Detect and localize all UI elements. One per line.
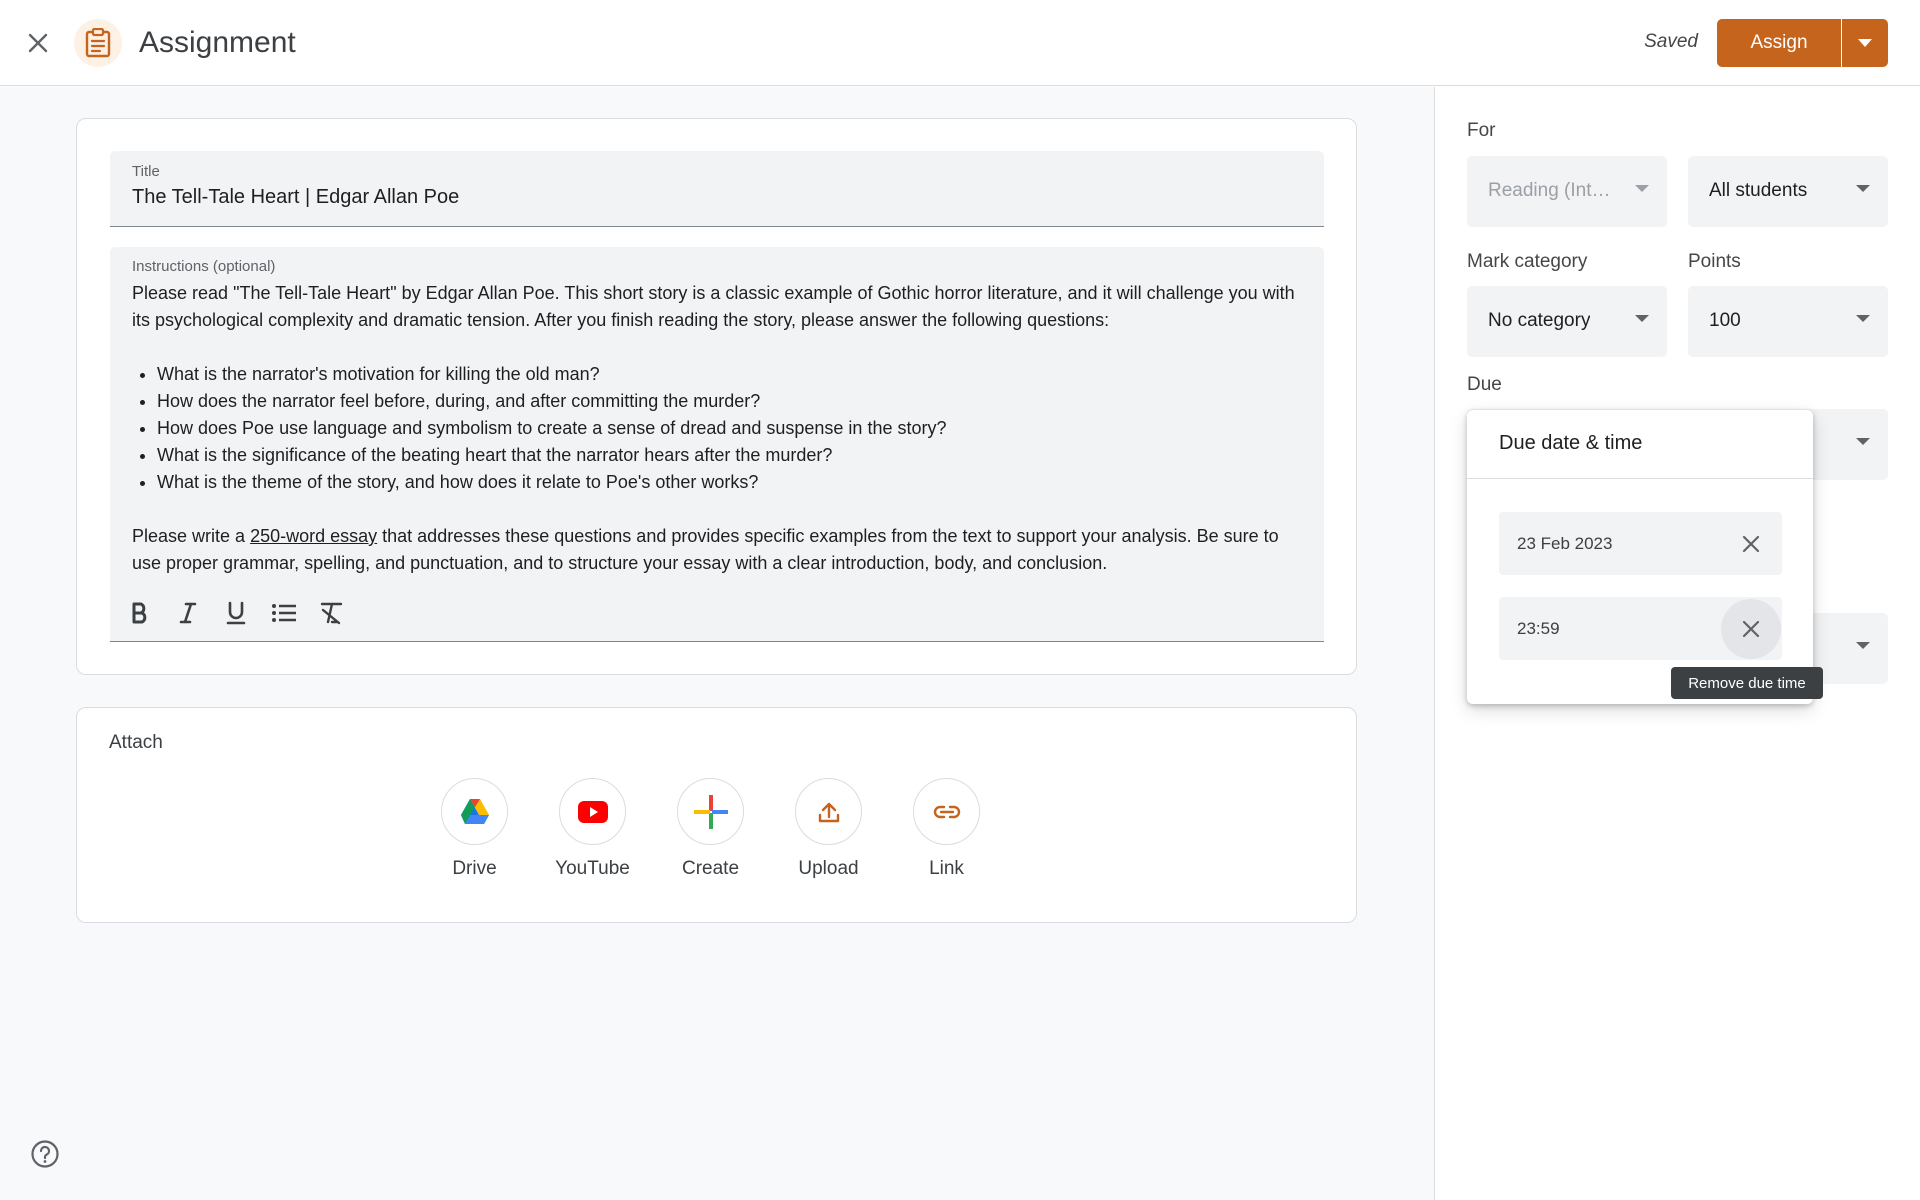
attach-drive-circle bbox=[441, 778, 508, 845]
class-select-value: Reading (Int… bbox=[1488, 180, 1611, 201]
assignment-app-icon bbox=[74, 19, 122, 67]
instructions-text[interactable]: Please read "The Tell-Tale Heart" by Edg… bbox=[132, 280, 1312, 577]
due-popover-title: Due date & time bbox=[1499, 432, 1643, 454]
underline-icon bbox=[226, 601, 246, 625]
students-select-value: All students bbox=[1709, 180, 1808, 201]
attach-upload-label: Upload bbox=[798, 858, 859, 879]
bulleted-list-icon bbox=[272, 604, 296, 622]
points-caret-icon bbox=[1856, 315, 1870, 322]
attach-card: Attach Drive YouTube Create Upload Link bbox=[76, 707, 1357, 923]
due-label: Due bbox=[1467, 374, 1502, 395]
attach-youtube-button[interactable]: YouTube bbox=[555, 778, 630, 880]
close-icon bbox=[28, 33, 48, 53]
class-select[interactable]: Reading (Int… bbox=[1467, 156, 1667, 227]
due-caret-icon bbox=[1856, 438, 1870, 445]
youtube-icon bbox=[577, 800, 608, 823]
formatting-toolbar bbox=[120, 594, 352, 632]
mark-category-value: No category bbox=[1488, 310, 1591, 331]
instructions-field-label: Instructions (optional) bbox=[132, 258, 276, 275]
attach-create-circle bbox=[677, 778, 744, 845]
topic-caret-icon bbox=[1856, 642, 1870, 649]
main-content: Title The Tell-Tale Heart | Edgar Allan … bbox=[0, 87, 1434, 1200]
mark-category-select[interactable]: No category bbox=[1467, 286, 1667, 357]
closing-prefix: Please write a bbox=[132, 526, 251, 546]
question-item: How does Poe use language and symbolism … bbox=[157, 415, 1312, 442]
clear-formatting-button[interactable] bbox=[312, 594, 352, 632]
title-field-value: The Tell-Tale Heart | Edgar Allan Poe bbox=[132, 186, 460, 208]
assign-button[interactable]: Assign bbox=[1717, 19, 1841, 67]
help-icon bbox=[31, 1140, 59, 1168]
attach-drive-button[interactable]: Drive bbox=[441, 778, 508, 880]
attach-drive-label: Drive bbox=[452, 858, 497, 879]
points-value: 100 bbox=[1709, 310, 1741, 331]
help-button[interactable] bbox=[30, 1139, 60, 1169]
question-item: What is the significance of the beating … bbox=[157, 442, 1312, 469]
clear-formatting-icon bbox=[320, 602, 343, 625]
attach-create-button[interactable]: Create bbox=[677, 778, 744, 880]
attach-title: Attach bbox=[109, 732, 163, 753]
due-date-value: 23 Feb 2023 bbox=[1517, 534, 1613, 553]
close-button[interactable] bbox=[16, 21, 60, 65]
attach-upload-circle bbox=[795, 778, 862, 845]
drive-icon bbox=[460, 799, 489, 824]
instructions-closing: Please write a 250-word essay that addre… bbox=[132, 523, 1312, 577]
link-icon bbox=[933, 805, 960, 818]
divider bbox=[1467, 478, 1813, 479]
question-item: What is the theme of the story, and how … bbox=[157, 469, 1312, 496]
page-title: Assignment bbox=[139, 26, 296, 59]
attach-options: Drive YouTube Create Upload Link bbox=[441, 778, 980, 880]
plus-icon bbox=[693, 794, 728, 829]
instructions-field[interactable]: Instructions (optional) Please read "The… bbox=[110, 247, 1324, 642]
attach-youtube-circle bbox=[559, 778, 626, 845]
caret-down-icon bbox=[1858, 39, 1872, 47]
due-time-value: 23:59 bbox=[1517, 619, 1560, 638]
students-select[interactable]: All students bbox=[1688, 156, 1888, 227]
remove-due-time-button[interactable] bbox=[1721, 599, 1781, 659]
due-time-field[interactable]: 23:59 bbox=[1499, 597, 1782, 660]
essay-link-text: 250-word essay bbox=[250, 526, 378, 546]
assign-options-button[interactable] bbox=[1842, 19, 1888, 67]
app-header: Assignment Saved Assign bbox=[0, 0, 1920, 86]
students-caret-icon bbox=[1856, 185, 1870, 192]
due-date-popover: Due date & time 23 Feb 2023 23:59 bbox=[1467, 410, 1813, 704]
question-list: What is the narrator's motivation for ki… bbox=[157, 361, 1312, 496]
details-card: Title The Tell-Tale Heart | Edgar Allan … bbox=[76, 118, 1357, 675]
title-field-label: Title bbox=[132, 163, 160, 180]
points-label: Points bbox=[1688, 251, 1741, 272]
attach-link-label: Link bbox=[929, 858, 964, 879]
instructions-intro: Please read "The Tell-Tale Heart" by Edg… bbox=[132, 283, 1295, 330]
question-item: How does the narrator feel before, durin… bbox=[157, 388, 1312, 415]
remove-due-date-button[interactable] bbox=[1721, 514, 1781, 574]
attach-create-label: Create bbox=[681, 858, 740, 879]
remove-due-time-tooltip: Remove due time bbox=[1671, 667, 1823, 699]
close-icon bbox=[1742, 620, 1760, 638]
title-field[interactable]: Title The Tell-Tale Heart | Edgar Allan … bbox=[110, 151, 1324, 227]
italic-button[interactable] bbox=[168, 594, 208, 632]
points-select[interactable]: 100 bbox=[1688, 286, 1888, 357]
attach-youtube-label: YouTube bbox=[555, 858, 630, 879]
assignment-icon bbox=[85, 28, 111, 58]
upload-icon bbox=[818, 802, 839, 822]
bulleted-list-button[interactable] bbox=[264, 594, 304, 632]
due-date-field[interactable]: 23 Feb 2023 bbox=[1499, 512, 1782, 575]
mark-category-label: Mark category bbox=[1467, 251, 1588, 272]
close-icon bbox=[1742, 535, 1760, 553]
italic-icon bbox=[179, 602, 197, 624]
bold-button[interactable] bbox=[120, 594, 160, 632]
attach-upload-button[interactable]: Upload bbox=[795, 778, 862, 880]
category-caret-icon bbox=[1635, 315, 1649, 322]
underline-button[interactable] bbox=[216, 594, 256, 632]
saved-status: Saved bbox=[1644, 31, 1698, 52]
for-label: For bbox=[1467, 120, 1496, 141]
attach-link-circle bbox=[913, 778, 980, 845]
class-caret-icon bbox=[1635, 185, 1649, 192]
bold-icon bbox=[132, 602, 147, 624]
question-item: What is the narrator's motivation for ki… bbox=[157, 361, 1312, 388]
attach-link-button[interactable]: Link bbox=[913, 778, 980, 880]
